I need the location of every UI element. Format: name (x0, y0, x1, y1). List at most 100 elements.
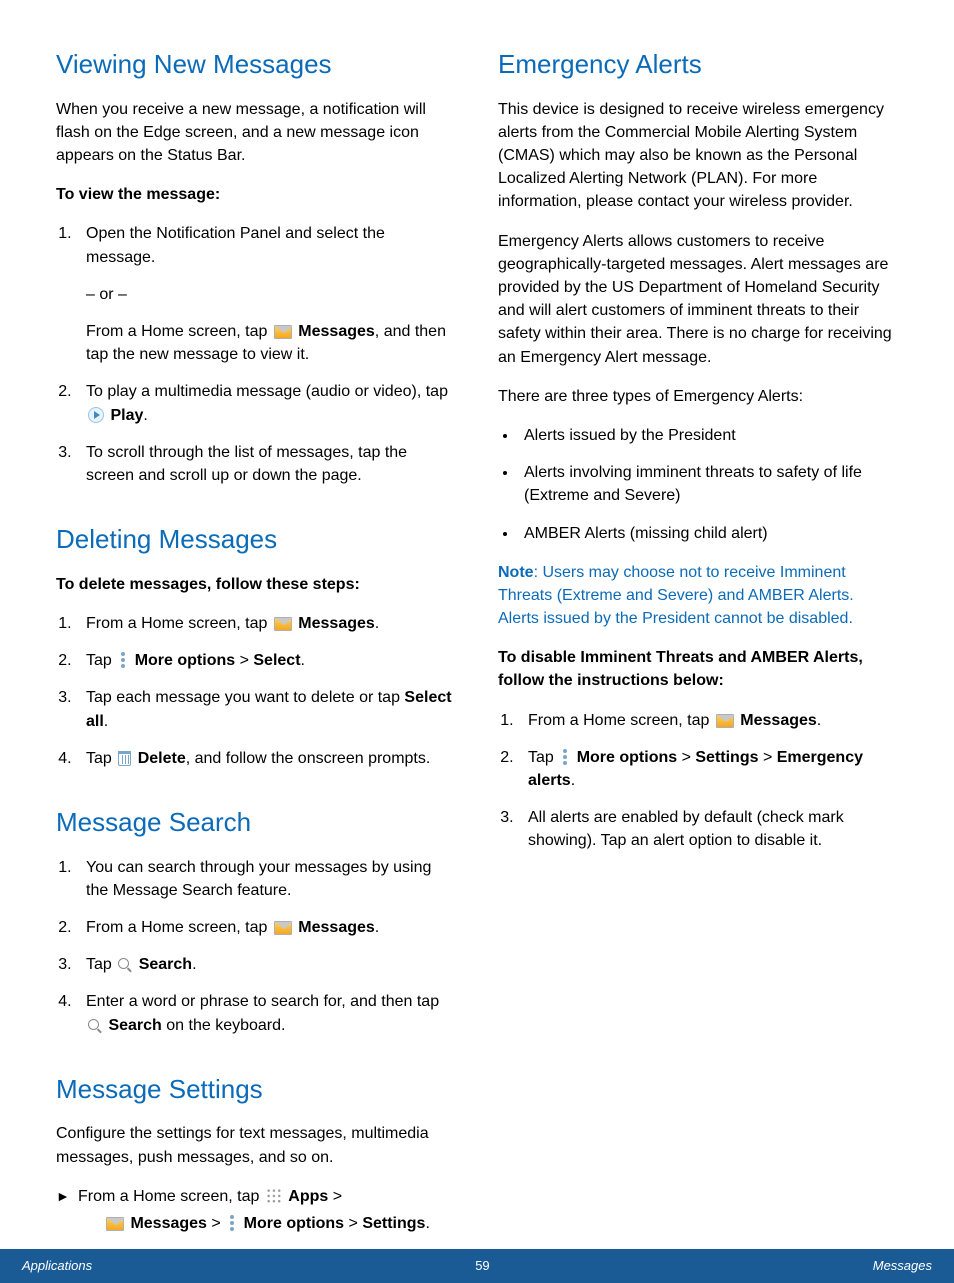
messages-icon (106, 1217, 124, 1231)
delete-icon (118, 751, 131, 766)
more-options-label: More options (577, 749, 677, 766)
text: Tap (86, 652, 116, 669)
text: . (192, 956, 196, 973)
play-icon (88, 407, 104, 423)
select-label: Select (253, 652, 300, 669)
settings-label: Settings (362, 1215, 425, 1232)
messages-label: Messages (298, 323, 375, 340)
text: From a Home screen, tap (78, 1188, 264, 1205)
messages-icon (274, 325, 292, 339)
right-column: Emergency Alerts This device is designed… (498, 46, 898, 1249)
or-divider: – or – (86, 283, 456, 306)
disable-step-3: All alerts are enabled by default (check… (518, 806, 898, 852)
heading-viewing-new-messages: Viewing New Messages (56, 46, 456, 84)
text: Enter a word or phrase to search for, an… (86, 993, 439, 1010)
more-options-label: More options (244, 1215, 344, 1232)
deleting-step-3: Tap each message you want to delete or t… (76, 686, 456, 732)
search-step-1: You can search through your messages by … (76, 856, 456, 902)
viewing-step-2: To play a multimedia message (audio or v… (76, 380, 456, 426)
heading-emergency-alerts: Emergency Alerts (498, 46, 898, 84)
alert-types-list: Alerts issued by the President Alerts in… (498, 424, 898, 545)
more-options-icon (560, 749, 570, 765)
search-label: Search (139, 956, 192, 973)
search-icon (88, 1019, 102, 1033)
viewing-step-3: To scroll through the list of messages, … (76, 441, 456, 487)
viewing-step-1: Open the Notification Panel and select t… (76, 222, 456, 366)
text: . (375, 919, 379, 936)
sep: > (677, 749, 695, 766)
footer-section-right: Messages (873, 1257, 932, 1276)
text: To play a multimedia message (audio or v… (86, 383, 448, 400)
note-label: Note (498, 564, 534, 581)
sep: > (328, 1188, 342, 1205)
deleting-step-4: Tap Delete, and follow the onscreen prom… (76, 747, 456, 770)
deleting-step-1: From a Home screen, tap Messages. (76, 612, 456, 635)
settings-path-body: From a Home screen, tap Apps > Messages … (78, 1185, 456, 1235)
search-step-4: Enter a word or phrase to search for, an… (76, 990, 456, 1036)
text: Tap (86, 750, 116, 767)
messages-icon (274, 617, 292, 631)
more-options-label: More options (135, 652, 235, 669)
messages-label: Messages (130, 1215, 207, 1232)
search-step-3: Tap Search. (76, 953, 456, 976)
sep: > (759, 749, 777, 766)
disable-step-1: From a Home screen, tap Messages. (518, 709, 898, 732)
delete-label: Delete (138, 750, 186, 767)
sep: > (235, 652, 253, 669)
text: . (375, 615, 379, 632)
text: From a Home screen, tap (86, 919, 272, 936)
text: From a Home screen, tap (528, 712, 714, 729)
emergency-p2: Emergency Alerts allows customers to rec… (498, 230, 898, 369)
settings-label: Settings (695, 749, 758, 766)
search-step-2: From a Home screen, tap Messages. (76, 916, 456, 939)
text: Tap (528, 749, 558, 766)
disable-step-2: Tap More options > Settings > Emergency … (518, 746, 898, 792)
text: on the keyboard. (162, 1017, 286, 1034)
left-column: Viewing New Messages When you receive a … (56, 46, 456, 1249)
arrow-icon: ► (56, 1185, 78, 1235)
alert-type-amber: AMBER Alerts (missing child alert) (518, 522, 898, 545)
text: From a Home screen, tap (86, 615, 272, 632)
play-label: Play (110, 407, 143, 424)
text: . (817, 712, 821, 729)
deleting-steps: From a Home screen, tap Messages. Tap Mo… (56, 612, 456, 770)
settings-path: ► From a Home screen, tap Apps > Message… (56, 1185, 456, 1235)
sep: > (344, 1215, 362, 1232)
search-icon (118, 958, 132, 972)
messages-icon (274, 921, 292, 935)
alert-type-president: Alerts issued by the President (518, 424, 898, 447)
text: . (425, 1215, 429, 1232)
more-options-icon (118, 652, 128, 668)
apps-icon (266, 1188, 282, 1204)
emergency-p1: This device is designed to receive wirel… (498, 98, 898, 214)
apps-label: Apps (288, 1188, 328, 1205)
disable-steps: From a Home screen, tap Messages. Tap Mo… (498, 709, 898, 853)
messages-icon (716, 714, 734, 728)
footer-page-number: 59 (475, 1257, 489, 1276)
note-body: : Users may choose not to receive Immine… (498, 564, 854, 627)
text: Tap each message you want to delete or t… (86, 689, 404, 706)
footer-section-left: Applications (22, 1257, 92, 1276)
viewing-intro: When you receive a new message, a notifi… (56, 98, 456, 168)
search-label: Search (108, 1017, 161, 1034)
page-footer: Applications 59 Messages (0, 1249, 954, 1283)
deleting-subhead: To delete messages, follow these steps: (56, 573, 456, 596)
deleting-step-2: Tap More options > Select. (76, 649, 456, 672)
text: , and follow the onscreen prompts. (186, 750, 431, 767)
viewing-step-1b: From a Home screen, tap Messages, and th… (86, 320, 456, 366)
search-steps: You can search through your messages by … (56, 856, 456, 1037)
settings-intro: Configure the settings for text messages… (56, 1122, 456, 1168)
text: Tap (86, 956, 116, 973)
disable-subhead: To disable Imminent Threats and AMBER Al… (498, 646, 898, 692)
viewing-subhead: To view the message: (56, 183, 456, 206)
heading-message-search: Message Search (56, 804, 456, 842)
viewing-steps: Open the Notification Panel and select t… (56, 222, 456, 487)
messages-label: Messages (298, 615, 375, 632)
messages-label: Messages (740, 712, 817, 729)
text: From a Home screen, tap (86, 323, 272, 340)
text: . (104, 713, 108, 730)
text: . (571, 772, 575, 789)
text: . (143, 407, 147, 424)
heading-deleting-messages: Deleting Messages (56, 521, 456, 559)
text: . (301, 652, 305, 669)
